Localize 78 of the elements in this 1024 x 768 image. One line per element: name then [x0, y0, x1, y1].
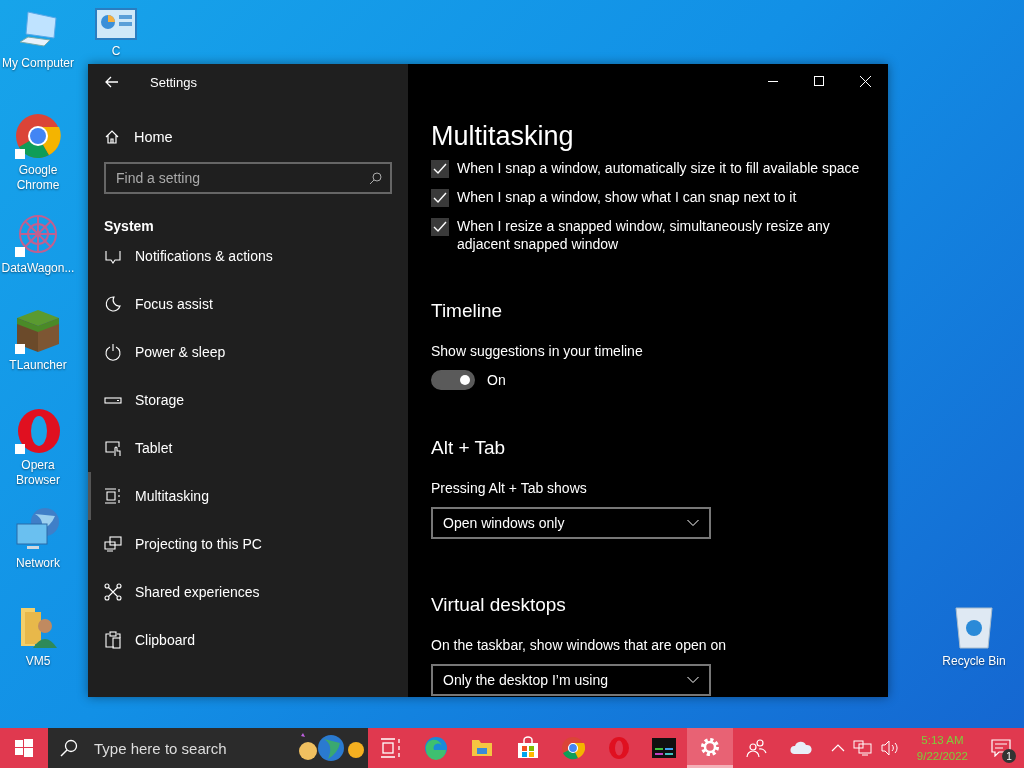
power-icon [104, 343, 122, 361]
nav-item[interactable]: Projecting to this PC [88, 520, 408, 568]
checkbox-label: When I snap a window, automatically size it to fill available space [457, 159, 860, 177]
chrome-icon[interactable] [15, 113, 61, 159]
section-heading: Virtual desktops [431, 593, 567, 617]
desktop-icon-label: Opera Browser [15, 458, 61, 488]
nav-item[interactable]: Storage [88, 376, 408, 424]
setting-label: Pressing Alt + Tab shows [431, 480, 588, 496]
control-panel-icon[interactable] [95, 8, 137, 40]
volume-icon[interactable] [880, 740, 901, 756]
search-field[interactable]: Type here to search [92, 738, 266, 758]
checkmark-icon [433, 192, 447, 204]
setting-label: Show suggestions in your timeline [431, 343, 644, 359]
opera-icon [606, 736, 631, 760]
home-link[interactable]: Home [88, 116, 408, 158]
search-field[interactable]: Find a setting [104, 162, 392, 194]
toggle-state: On [487, 372, 506, 388]
moon-icon [104, 295, 122, 313]
nav-item[interactable]: Tablet [88, 424, 408, 472]
desktop-icon-label: C [111, 44, 121, 59]
checkmark-icon [433, 163, 447, 175]
tablet-icon [104, 439, 122, 457]
chevron-down-icon [687, 519, 699, 527]
close-icon [859, 75, 871, 87]
back-arrow-icon [105, 76, 119, 88]
nav-item[interactable]: Shared experiences [88, 568, 408, 616]
desktop-icon-label: My Computer [2, 56, 74, 71]
desktop-icon-label: TLauncher [9, 358, 67, 373]
chevron-up-icon[interactable] [830, 744, 845, 752]
task-view-icon [378, 736, 403, 760]
settings-button[interactable] [687, 728, 733, 768]
opera-icon[interactable] [15, 408, 61, 454]
desktop-icon-label: VM5 [25, 654, 51, 669]
section-heading: Alt + Tab [431, 436, 507, 460]
dropdown[interactable]: Open windows only [431, 507, 711, 539]
store-icon [515, 736, 540, 760]
search-icon [60, 739, 78, 757]
desktop-icon-label: Recycle Bin [942, 654, 1006, 669]
maximize-icon [814, 76, 824, 86]
windows-logo-icon [15, 739, 33, 757]
screens-icon [104, 535, 122, 553]
desktop-icon-label: Network [16, 556, 60, 571]
dropdown[interactable]: Only the desktop I’m using [431, 664, 711, 696]
nav-item[interactable]: Clipboard [88, 616, 408, 664]
setting-label: On the taskbar, show windows that are open on [431, 637, 727, 653]
notifications-button[interactable]: 1 [984, 728, 1018, 768]
search-field[interactable]: Type here to search [48, 728, 368, 768]
chevron-down-icon [687, 676, 699, 684]
checkbox[interactable] [431, 160, 449, 178]
share-icon [104, 583, 122, 601]
desktop-icon-label: DataWagon... [1, 261, 75, 276]
checkbox[interactable] [431, 218, 449, 236]
edge-icon [424, 736, 449, 760]
checkmark-icon [433, 221, 447, 233]
section-heading: System [103, 218, 155, 236]
checkbox-label: When I resize a snapped window, simultaneously resize any adjacent snapped window [457, 217, 831, 253]
people-icon [743, 736, 768, 760]
multitasking-icon [104, 487, 122, 505]
window-title: Settings [150, 74, 197, 90]
network-icon[interactable] [15, 506, 61, 552]
notification-badge: 1 [1002, 749, 1016, 763]
toggle-switch[interactable] [431, 370, 475, 390]
desktop-icon-label: Google Chrome [15, 163, 61, 193]
checkbox-label: When I snap a window, show what I can snap next to it [457, 188, 797, 206]
nav-item[interactable]: Multitasking [88, 472, 408, 520]
home-icon [104, 129, 120, 145]
nav-item[interactable]: Power & sleep [88, 328, 408, 376]
section-heading: Timeline [431, 299, 504, 323]
clipboard-icon [104, 631, 122, 649]
grass-block-icon[interactable] [15, 308, 61, 354]
recycle-bin-icon[interactable] [953, 604, 995, 650]
search-icon [369, 172, 382, 185]
nav-item[interactable]: Focus assist [88, 280, 408, 328]
checkbox[interactable] [431, 189, 449, 207]
page-title: Multitasking [431, 120, 575, 153]
terminal-icon [652, 736, 677, 760]
network-icon[interactable] [852, 740, 873, 756]
chrome-icon [561, 736, 586, 760]
